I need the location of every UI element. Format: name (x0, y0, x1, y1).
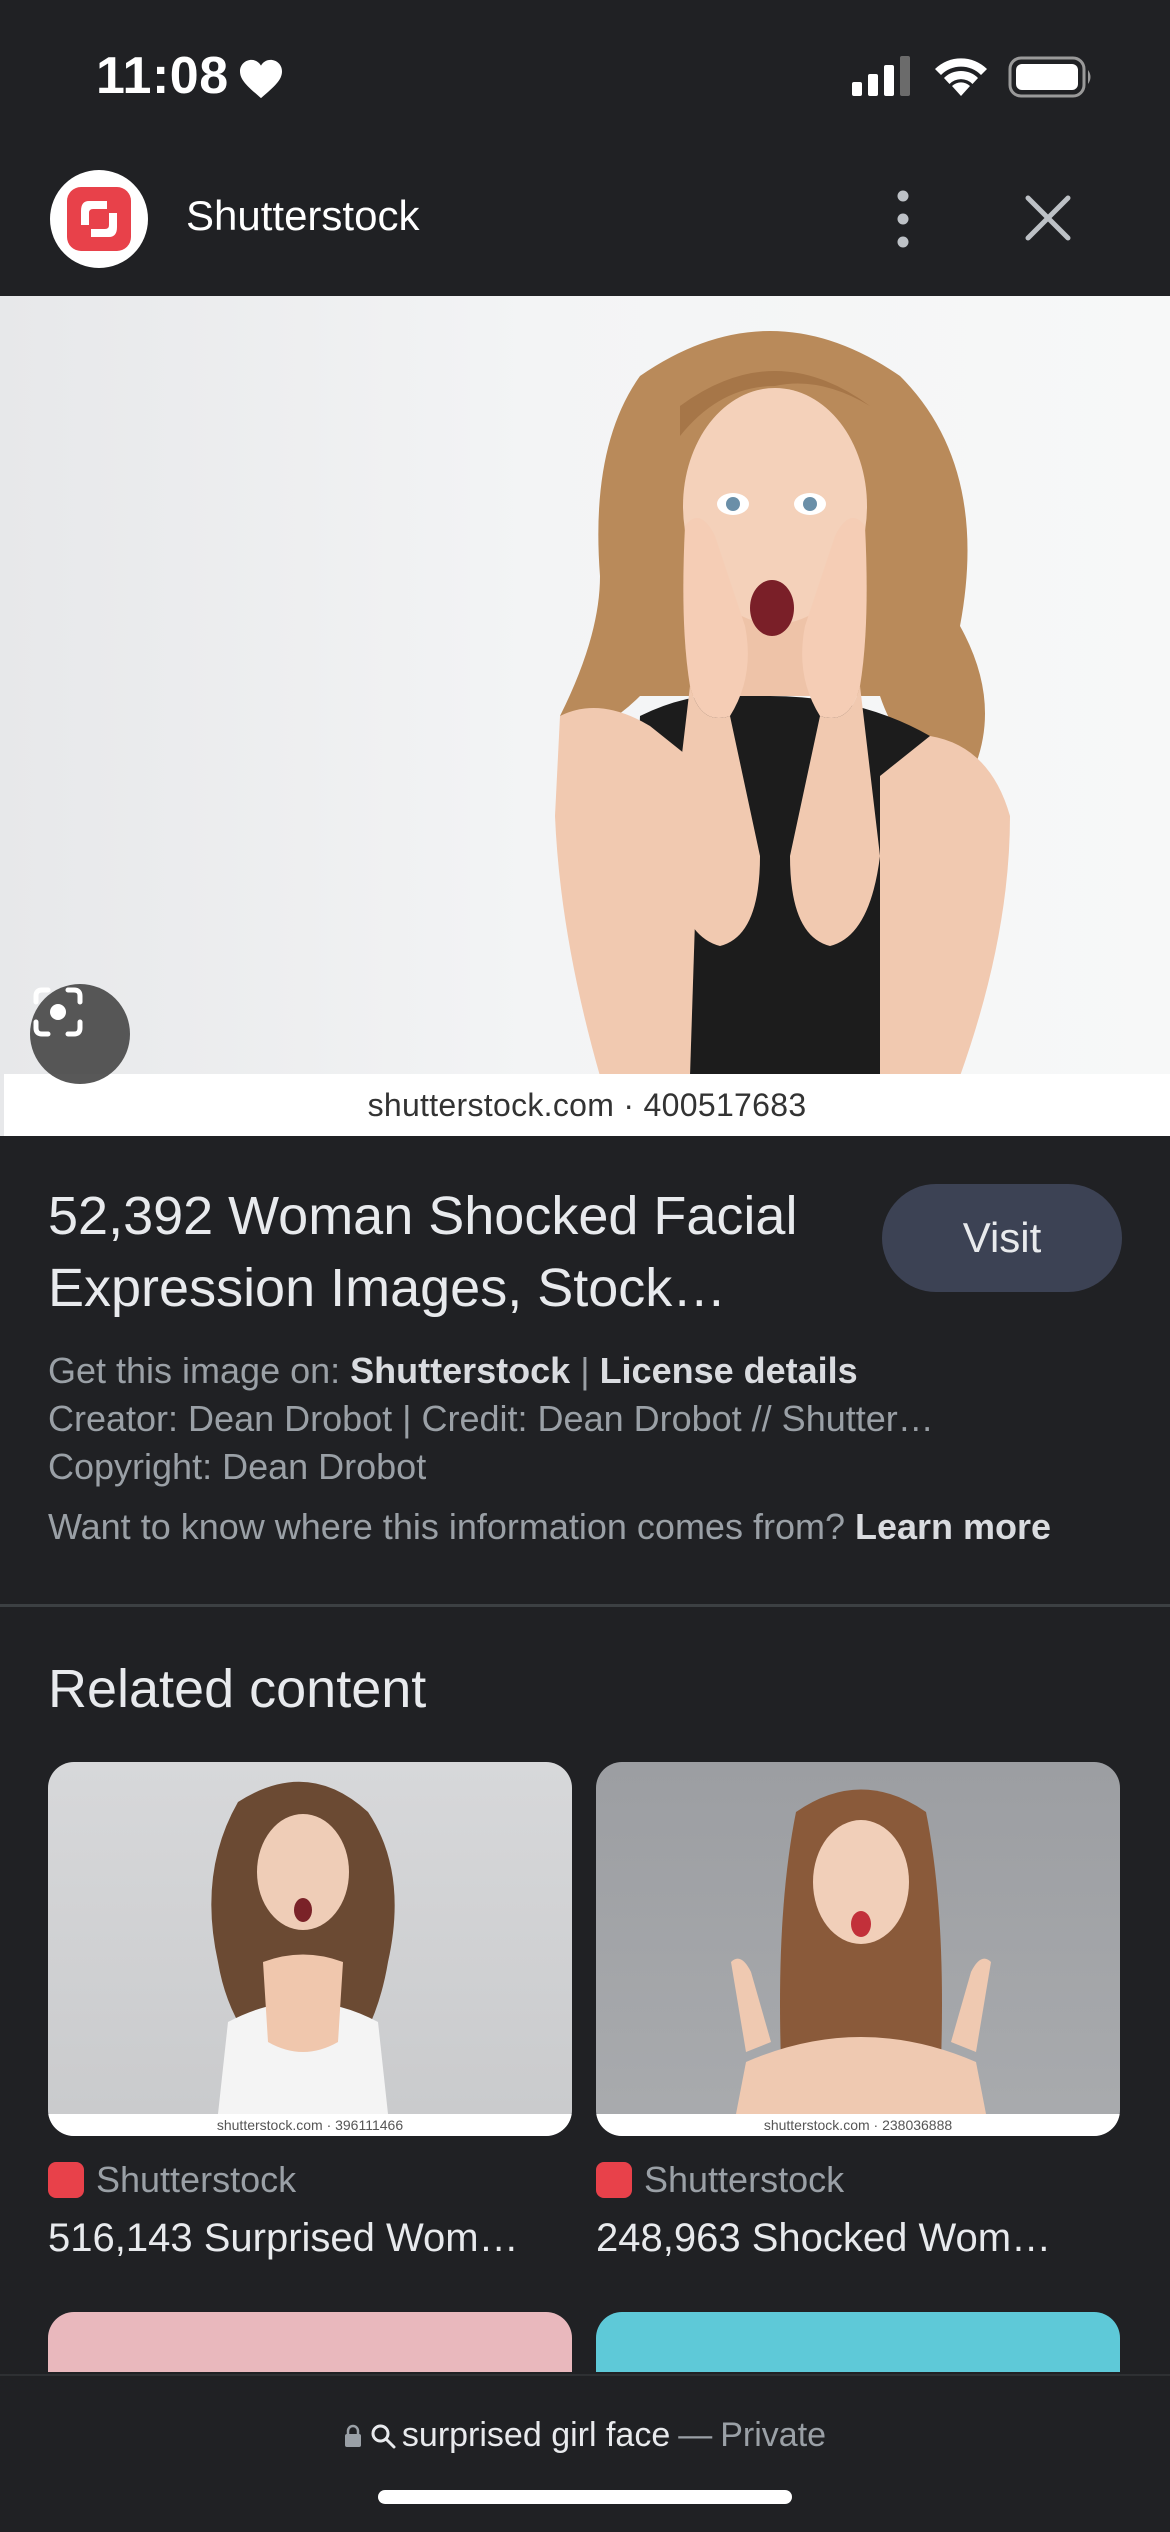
learn-more-link[interactable]: Learn more (855, 1506, 1051, 1547)
woman-photo (731, 1789, 991, 2114)
separator: — (678, 2416, 713, 2454)
site-title: Shutterstock (186, 192, 420, 239)
wifi-icon (935, 58, 987, 96)
private-mode-label: Private (720, 2416, 827, 2454)
address-bar[interactable]: surprised girl face — Private (0, 2374, 1170, 2532)
preview-image[interactable]: shutterstock.com · 400517683 (0, 296, 1170, 1136)
heart-icon (240, 59, 282, 99)
lock-icon (344, 2424, 361, 2447)
search-icon (371, 2424, 396, 2448)
section-divider (0, 1604, 1170, 1607)
related-thumbnail-partial[interactable] (596, 2312, 1120, 2372)
visit-button[interactable]: Visit (882, 1184, 1122, 1292)
woman-photo (555, 331, 1010, 1076)
info-source-line: Want to know where this information come… (48, 1506, 1052, 1547)
license-details-link[interactable]: License details (600, 1350, 858, 1391)
url-row[interactable]: surprised girl face — Private (0, 2416, 1170, 2455)
battery-icon (1008, 56, 1091, 98)
more-options-icon[interactable] (880, 184, 926, 254)
source-header: Shutterstock (0, 150, 1170, 296)
source-link[interactable]: Shutterstock (350, 1350, 570, 1391)
woman-photo (211, 1781, 395, 2114)
card-source: Shutterstock (596, 2158, 1120, 2202)
related-thumbnail[interactable]: shutterstock.com · 396111466 (48, 1762, 572, 2136)
creator-line: Creator: Dean Drobot | Credit: Dean Drob… (48, 1398, 934, 1439)
close-icon[interactable] (1020, 190, 1076, 246)
status-time: 11:08 (96, 47, 229, 105)
status-bar: 11:08 (0, 0, 1170, 150)
lens-scan-icon (33, 987, 83, 1037)
image-watermark: shutterstock.com · 400517683 (4, 1074, 1170, 1136)
shutterstock-logo-icon (50, 170, 148, 268)
lens-button[interactable] (30, 984, 130, 1084)
related-thumbnail[interactable]: shutterstock.com · 238036888 (596, 1762, 1120, 2136)
related-card[interactable]: shutterstock.com · 396111466 Shutterstoc… (48, 1762, 572, 2261)
card-title[interactable]: 516,143 Surprised Wom… (48, 2216, 572, 2261)
cellular-signal-icon (852, 56, 910, 96)
card-title[interactable]: 248,963 Shocked Wom… (596, 2216, 1120, 2261)
source-line: Get this image on: Shutterstock | Licens… (48, 1350, 858, 1391)
related-card[interactable]: shutterstock.com · 238036888 Shutterstoc… (596, 1762, 1120, 2261)
shutterstock-icon (48, 2162, 84, 2198)
card-source: Shutterstock (48, 2158, 572, 2202)
related-thumbnail-partial[interactable] (48, 2312, 572, 2372)
shutterstock-icon (596, 2162, 632, 2198)
result-info: 52,392 Woman Shocked Facial Expression I… (0, 1136, 1170, 1606)
copyright-line: Copyright: Dean Drobot (48, 1446, 427, 1487)
home-indicator[interactable] (378, 2490, 792, 2504)
search-query: surprised girl face (401, 2416, 671, 2454)
result-title[interactable]: 52,392 Woman Shocked Facial Expression I… (48, 1180, 838, 1324)
related-content-heading: Related content (48, 1659, 427, 1719)
